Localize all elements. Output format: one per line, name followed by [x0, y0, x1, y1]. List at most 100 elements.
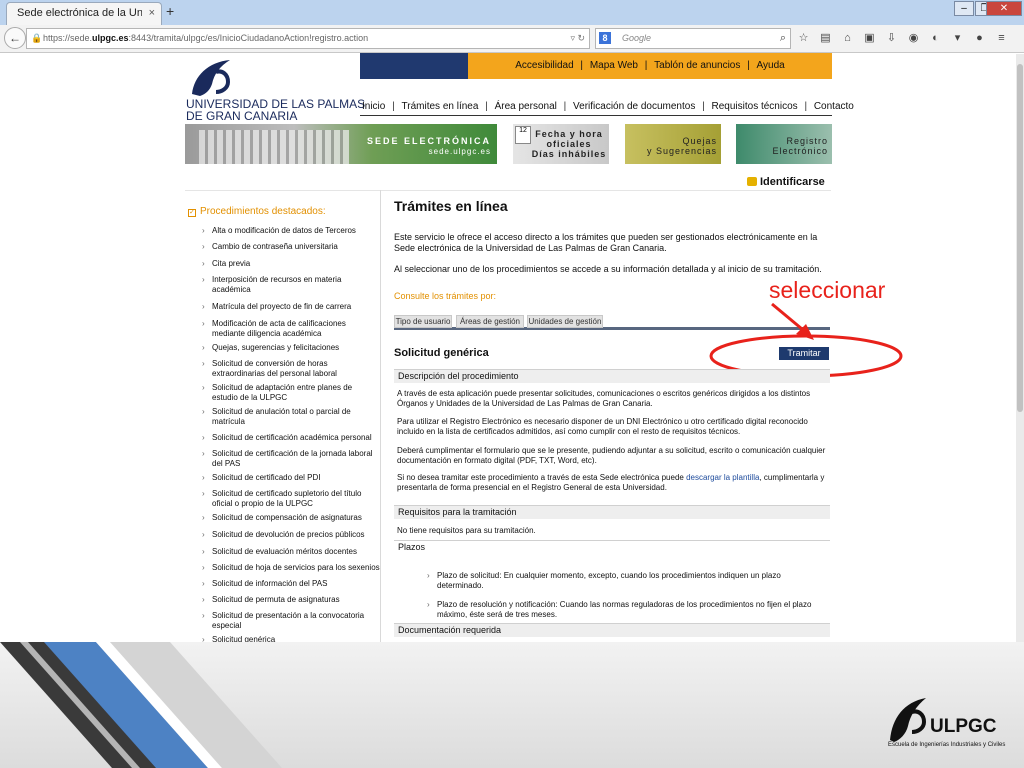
tab-tipo-usuario[interactable]: Tipo de usuario [394, 315, 452, 328]
registro-electronico-banner[interactable]: Registro Electrónico [736, 124, 832, 164]
sede-electronica-banner[interactable]: SEDE ELECTRÓNICA sede.ulpgc.es [185, 124, 497, 164]
tab-close-icon[interactable]: × [149, 3, 155, 24]
plazos-list: Plazo de solicitud: En cualquier momento… [427, 571, 827, 629]
back-arrow-icon[interactable]: ← [4, 27, 26, 49]
sidebar-item[interactable]: Solicitud de certificación académica per… [202, 433, 380, 443]
sidebar-item[interactable]: Solicitud de información del PAS [202, 579, 380, 589]
tramitar-button[interactable]: Tramitar [779, 347, 829, 360]
sidebar-item[interactable]: Solicitud de anulación total o parcial d… [202, 407, 380, 427]
browser-tab[interactable]: Sede electrónica de la Universi... × [6, 2, 162, 25]
descargar-plantilla-link[interactable]: descargar la plantilla [686, 473, 759, 482]
link-ayuda[interactable]: Ayuda [757, 60, 785, 71]
separator: | [392, 101, 395, 112]
sidebar-item[interactable]: Solicitud de evaluación méritos docentes [202, 547, 380, 557]
top-links-bar: Accesibilidad | Mapa Web | Tablón de anu… [468, 53, 832, 79]
separator: | [702, 101, 705, 112]
search-icon[interactable]: ⌕ [780, 29, 786, 48]
plazo-item: Plazo de resolución y notificación: Cuan… [427, 600, 827, 620]
sidebar-item[interactable]: Solicitud de certificación de la jornada… [202, 449, 380, 469]
section-header-requisitos: Requisitos para la tramitación [394, 505, 830, 519]
paragraph-text: Si no desea tramitar este procedimiento … [397, 473, 687, 482]
nav-contacto[interactable]: Contacto [814, 101, 854, 112]
reading-list-icon[interactable]: ▤ [818, 31, 833, 46]
sidebar-item[interactable]: Cita previa [202, 259, 380, 269]
nav-area-personal[interactable]: Área personal [495, 101, 557, 112]
registro-banner-text: Registro Electrónico [772, 136, 828, 156]
link-tablon-anuncios[interactable]: Tablón de anuncios [654, 60, 740, 71]
ulpgc-logo-icon[interactable] [186, 58, 238, 98]
link-mapa-web[interactable]: Mapa Web [590, 60, 638, 71]
dropdown-icon[interactable]: ▾ [950, 31, 965, 46]
quejas-line2: y Sugerencias [646, 146, 717, 156]
identificarse-link[interactable]: Identificarse [747, 176, 825, 188]
close-window-icon[interactable]: ✕ [986, 1, 1022, 16]
banner-title: SEDE ELECTRÓNICA [366, 136, 491, 146]
separator: | [804, 101, 808, 112]
padlock-icon: 🔒 [31, 33, 43, 43]
description-paragraph: Para utilizar el Registro Electrónico es… [397, 417, 808, 436]
toolbar-icons: ☆ ▤ ⌂ ▣ ⇩ ◉ ◐ ▾ ● ≡ [796, 31, 1009, 47]
header-dark-block [360, 53, 468, 79]
sidebar-item[interactable]: Solicitud de adaptación entre planes de … [202, 383, 380, 403]
lock-icon [747, 177, 757, 186]
new-tab-button[interactable]: + [166, 3, 174, 19]
description-paragraph: Si no desea tramitar este procedimiento … [397, 473, 827, 492]
url-bar[interactable]: 🔒 https://sede.ulpgc.es:8443/tramita/ulp… [26, 28, 590, 49]
intro-paragraph: Este servicio le ofrece el acceso direct… [394, 232, 818, 253]
banner-subtitle: sede.ulpgc.es [428, 147, 491, 156]
privacy-icon[interactable]: ◐ [928, 31, 943, 46]
sidebar-item[interactable]: Alta o modificación de datos de Terceros [202, 226, 380, 236]
nav-tramites-en-linea[interactable]: Trámites en línea [402, 101, 479, 112]
bookmark-star-icon[interactable]: ☆ [796, 31, 811, 46]
scrollbar-thumb[interactable] [1017, 64, 1023, 412]
tab-unidades-gestion[interactable]: Unidades de gestión [527, 315, 603, 328]
content-divider [185, 190, 831, 191]
description-paragraph: Deberá cumplimentar el formulario que se… [397, 446, 826, 465]
menu-icon[interactable]: ≡ [994, 31, 1009, 46]
sidebar-item[interactable]: Solicitud de certificado supletorio del … [202, 489, 380, 509]
url-domain: ulpgc.es [92, 33, 129, 43]
footer-stripes [0, 642, 282, 768]
sidebar-item[interactable]: Matrícula del proyecto de fin de carrera [202, 302, 380, 312]
calendar-icon: 12 [515, 126, 531, 144]
sidebar-item[interactable]: Interposición de recursos en materia aca… [202, 275, 380, 295]
sidebar-item[interactable]: Quejas, sugerencias y felicitaciones [202, 343, 380, 353]
download-icon[interactable]: ⇩ [884, 31, 899, 46]
sidebar-item[interactable]: Cambio de contraseña universitaria [202, 242, 380, 252]
url-prefix: https://sede. [43, 33, 93, 43]
separator: | [485, 101, 488, 112]
addon-icon[interactable]: ◉ [906, 31, 921, 46]
main-navigation: Inicio | Trámites en línea | Área person… [360, 100, 854, 116]
sidebar-item[interactable]: Solicitud de presentación a la convocato… [202, 611, 380, 631]
identificarse-label: Identificarse [760, 176, 825, 188]
chat-icon[interactable]: ● [972, 31, 987, 46]
sidebar-heading: ✓ Procedimientos destacados: [188, 206, 326, 217]
minimize-icon[interactable]: – [954, 1, 974, 16]
fecha-hora-banner[interactable]: 12 Fecha y hora oficiales Días inhábiles [513, 124, 609, 164]
checkbox-icon: ✓ [188, 209, 196, 217]
pocket-icon[interactable]: ▣ [862, 31, 877, 46]
sidebar-item[interactable]: Modificación de acta de calificaciones m… [202, 319, 380, 339]
ulpgc-footer-logo-icon [890, 698, 927, 742]
fecha-line1: Fecha y hora [535, 129, 603, 139]
nav-verificacion-documentos[interactable]: Verificación de documentos [573, 101, 695, 112]
sidebar-item[interactable]: Solicitud de devolución de precios públi… [202, 530, 380, 540]
sidebar-item[interactable]: Solicitud de conversión de horas extraor… [202, 359, 380, 379]
home-icon[interactable]: ⌂ [840, 31, 855, 46]
tab-areas-gestion[interactable]: Áreas de gestión [456, 315, 524, 328]
quejas-line1: Quejas [682, 136, 717, 146]
search-placeholder: Google [622, 33, 652, 43]
nav-inicio[interactable]: Inicio [362, 101, 385, 112]
reload-icon[interactable]: ▿ ↻ [570, 29, 585, 48]
sidebar-item[interactable]: Solicitud de certificado del PDI [202, 473, 380, 483]
sidebar-item[interactable]: Solicitud de permuta de asignaturas [202, 595, 380, 605]
sidebar-item[interactable]: Solicitud de compensación de asignaturas [202, 513, 380, 523]
building-image [199, 130, 349, 164]
search-box[interactable]: 8 Google ⌕ [595, 28, 791, 49]
quejas-banner-text: Quejas y Sugerencias [647, 136, 717, 156]
quejas-sugerencias-banner[interactable]: Quejas y Sugerencias [625, 124, 721, 164]
nav-requisitos-tecnicos[interactable]: Requisitos técnicos [712, 101, 798, 112]
sidebar-item[interactable]: Solicitud de hoja de servicios para los … [202, 563, 380, 573]
link-accesibilidad[interactable]: Accesibilidad [515, 60, 573, 71]
logo-text-line2: DE GRAN CANARIA [186, 109, 298, 123]
